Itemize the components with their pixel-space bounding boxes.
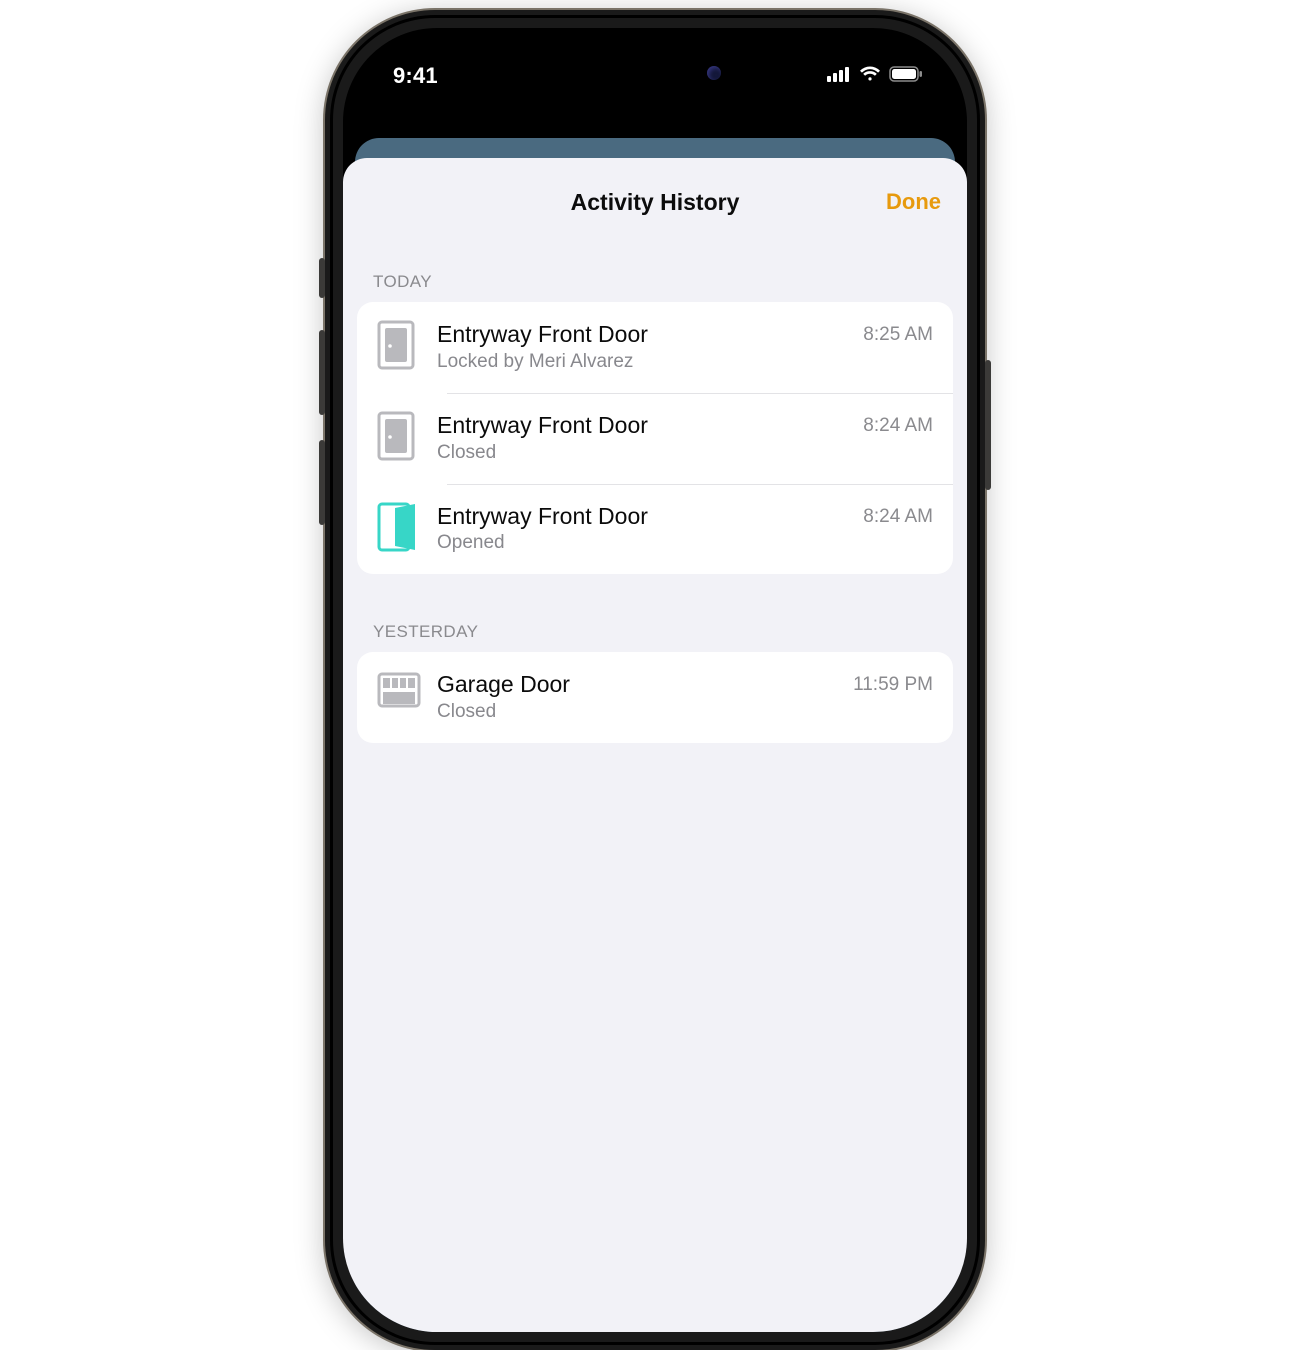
page-title: Activity History <box>571 189 740 216</box>
activity-row[interactable]: Entryway Front Door Locked by Meri Alvar… <box>357 302 953 393</box>
dynamic-island <box>575 52 735 94</box>
door-open-icon <box>377 502 437 552</box>
activity-row[interactable]: Entryway Front Door Closed 8:24 AM <box>357 393 953 484</box>
activity-title: Entryway Front Door <box>437 502 851 531</box>
section-card-yesterday: Garage Door Closed 11:59 PM <box>357 652 953 743</box>
activity-title: Entryway Front Door <box>437 320 851 349</box>
garage-closed-icon <box>377 670 437 710</box>
side-button-volume-down <box>319 440 325 525</box>
activity-subtitle: Locked by Meri Alvarez <box>437 351 851 373</box>
activity-title: Garage Door <box>437 670 841 699</box>
side-button-volume-up <box>319 330 325 415</box>
phone-screen: 9:41 <box>343 28 967 1332</box>
sheet-header: Activity History Done <box>343 180 967 224</box>
battery-icon <box>889 66 923 87</box>
phone-frame: 9:41 <box>325 10 985 1350</box>
activity-time: 8:25 AM <box>863 324 933 346</box>
activity-row[interactable]: Garage Door Closed 11:59 PM <box>357 652 953 743</box>
side-button-silence <box>319 258 325 298</box>
activity-subtitle: Closed <box>437 701 841 723</box>
activity-subtitle: Closed <box>437 442 851 464</box>
activity-time: 8:24 AM <box>863 506 933 528</box>
done-button[interactable]: Done <box>886 189 941 215</box>
door-closed-icon <box>377 320 437 370</box>
status-time: 9:41 <box>393 63 438 89</box>
activity-title: Entryway Front Door <box>437 411 851 440</box>
wifi-icon <box>859 66 881 87</box>
activity-row[interactable]: Entryway Front Door Opened 8:24 AM <box>357 484 953 575</box>
cellular-signal-icon <box>827 66 851 87</box>
section-header-today: Today <box>373 272 937 292</box>
activity-time: 11:59 PM <box>853 674 933 696</box>
front-camera-icon <box>707 66 721 80</box>
activity-time: 8:24 AM <box>863 415 933 437</box>
side-button-power <box>985 360 991 490</box>
door-closed-icon <box>377 411 437 461</box>
section-header-yesterday: Yesterday <box>373 622 937 642</box>
activity-history-sheet: Activity History Done Today Entryway F <box>343 158 967 1332</box>
section-card-today: Entryway Front Door Locked by Meri Alvar… <box>357 302 953 574</box>
activity-subtitle: Opened <box>437 532 851 554</box>
